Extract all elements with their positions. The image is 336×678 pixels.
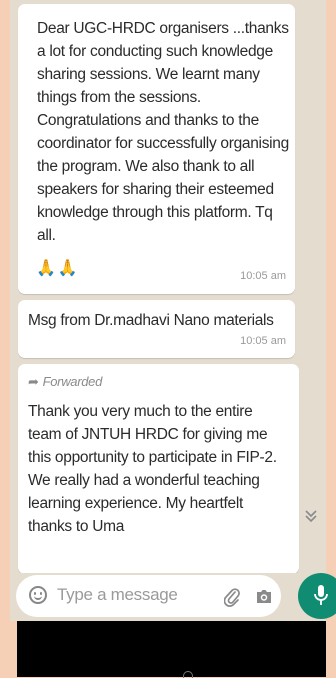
forwarded-text: Forwarded	[42, 374, 103, 389]
message-bubble[interactable]: ➦ Forwarded Thank you very much to the en…	[18, 364, 299, 574]
double-chevron-down-icon[interactable]	[300, 504, 322, 534]
forward-arrow-icon: ➦	[28, 374, 39, 389]
message-time: 10:05 am	[240, 335, 286, 347]
camera-icon[interactable]	[255, 587, 273, 610]
message-bubble[interactable]: Dear UGC-HRDC organisers ...thanks a lot…	[18, 4, 295, 294]
chat-area[interactable]: Dear UGC-HRDC organisers ...thanks a lot…	[10, 0, 326, 610]
message-text: Dear UGC-HRDC organisers ...thanks a lot…	[37, 20, 289, 244]
message-time: 10:05 am	[240, 270, 286, 282]
message-text: Msg from Dr.madhavi Nano materials	[28, 312, 274, 329]
smiley-icon[interactable]	[29, 586, 47, 604]
message-input-placeholder: Type a message	[57, 585, 178, 604]
mic-icon	[314, 585, 328, 605]
mic-button[interactable]	[298, 573, 336, 619]
message-text: Thank you very much to the entire team o…	[28, 403, 277, 535]
forwarded-label: ➦ Forwarded	[28, 373, 289, 391]
message-bubble[interactable]: Msg from Dr.madhavi Nano materials 10:05…	[18, 300, 295, 358]
paperclip-icon[interactable]	[223, 587, 240, 612]
system-nav-bar	[17, 621, 326, 678]
folded-hands-emoji: 🙏🙏	[36, 260, 80, 277]
message-input[interactable]: Type a message	[16, 575, 281, 617]
composer-bar: Type a message	[10, 573, 336, 621]
